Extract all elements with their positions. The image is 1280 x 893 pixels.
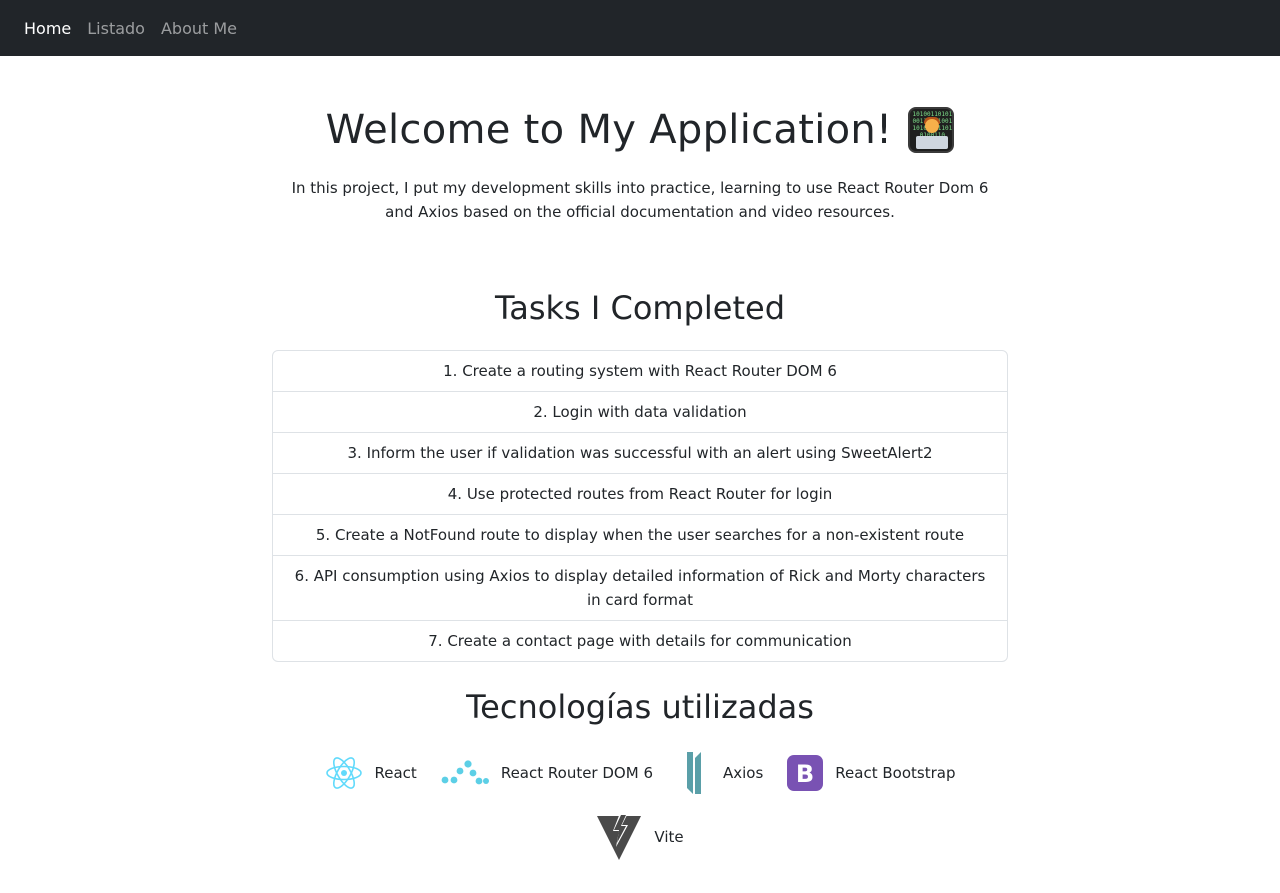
navbar: Home Listado About Me — [0, 0, 1280, 56]
technologies-row: React React Router DOM 6 Axios B React B… — [0, 748, 1280, 798]
nav-link-listado[interactable]: Listado — [87, 19, 145, 38]
task-item-6: 6. API consumption using Axios to displa… — [273, 556, 1007, 621]
tech-label-react: React — [374, 764, 417, 782]
tech-item-react-router: React Router DOM 6 — [441, 759, 653, 787]
technologies-row-2: Vite — [0, 812, 1280, 862]
hero-title-row: Welcome to My Application! 1010011010100… — [0, 104, 1280, 156]
page-title: Welcome to My Application! — [325, 107, 893, 153]
tech-label-react-router: React Router DOM 6 — [500, 764, 653, 782]
axios-icon — [686, 752, 701, 794]
react-icon — [325, 757, 362, 789]
tech-label-vite: Vite — [654, 828, 684, 846]
technologist-icon: 1010011010100110101001101010011010100110 — [908, 107, 955, 153]
vite-icon — [597, 813, 642, 860]
nav-link-about-me[interactable]: About Me — [161, 19, 237, 38]
task-item-5: 5. Create a NotFound route to display wh… — [273, 515, 1007, 556]
tasks-heading: Tasks I Completed — [494, 289, 786, 327]
bootstrap-icon: B — [787, 755, 824, 791]
tech-label-axios: Axios — [722, 764, 764, 782]
tech-item-bootstrap: B React Bootstrap — [787, 755, 955, 791]
svg-text:B: B — [796, 760, 814, 788]
tech-item-vite: Vite — [596, 813, 684, 861]
task-item-3: 3. Inform the user if validation was suc… — [273, 433, 1007, 474]
tech-label-bootstrap: React Bootstrap — [835, 764, 956, 782]
intro-text: In this project, I put my development sk… — [291, 179, 989, 221]
task-item-7: 7. Create a contact page with details fo… — [428, 632, 852, 650]
tech-item-react: React — [325, 755, 417, 791]
technologies-heading: Tecnologías utilizadas — [466, 688, 814, 726]
task-item-2: 2. Login with data validation — [273, 392, 1007, 433]
task-item-4: 4. Use protected routes from React Route… — [273, 474, 1007, 515]
task-list: 1. Create a routing system with React Ro… — [272, 350, 1008, 662]
react-router-icon — [441, 760, 489, 785]
tech-item-axios: Axios — [677, 748, 763, 798]
task-item-1: 1. Create a routing system with React Ro… — [273, 351, 1007, 392]
nav-link-home[interactable]: Home — [24, 19, 71, 38]
